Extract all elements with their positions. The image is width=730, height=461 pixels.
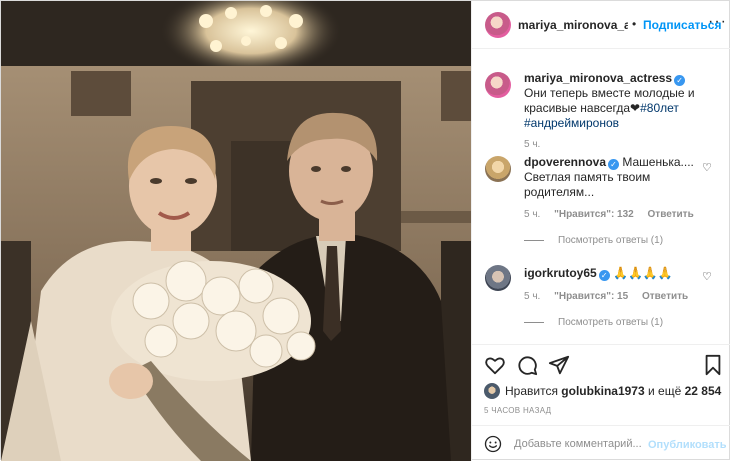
like-comment-heart-icon[interactable]: ♡ <box>702 161 712 174</box>
verified-icon: ✓ <box>598 270 610 281</box>
reply-button[interactable]: Ответить <box>648 209 694 220</box>
post-photo[interactable] <box>1 1 471 461</box>
post-timestamp[interactable]: 5 ЧАСОВ НАЗАД <box>484 406 551 415</box>
likes-summary: Нравится golubkina1973 и ещё 22 854 <box>484 383 721 399</box>
like-comment-heart-icon[interactable]: ♡ <box>702 270 712 283</box>
add-comment-bar: Опубликовать <box>472 425 730 461</box>
comments-list[interactable]: mariya_mironova_actress ✓ Они теперь вмес… <box>472 50 730 344</box>
replies-line <box>524 239 544 241</box>
liker-username[interactable]: golubkina1973 <box>561 384 644 398</box>
more-options-button[interactable]: ··· <box>708 13 727 31</box>
header-separator: • <box>632 17 637 31</box>
comment-input[interactable] <box>514 434 644 454</box>
sepia-photo-illustration <box>1 1 471 461</box>
verified-icon: ✓ <box>608 159 620 170</box>
comment-icon[interactable] <box>516 354 538 376</box>
view-replies-button[interactable]: Посмотреть ответы (1) <box>524 235 663 246</box>
comment-meta: 5 ч. "Нравится": 15 Ответить <box>524 291 699 302</box>
replies-line <box>524 321 544 323</box>
likes-middle: и ещё <box>648 384 682 398</box>
commenter-avatar[interactable] <box>485 265 511 291</box>
publish-button[interactable]: Опубликовать <box>648 439 727 451</box>
comment-text: dpoverennova ✓ Машенька.... Светлая памят… <box>524 155 704 200</box>
likes-prefix: Нравится <box>505 384 558 398</box>
post-side-panel: mariya_mironova_a • Подписаться ··· mari… <box>471 1 730 461</box>
comment-likes[interactable]: "Нравится": 15 <box>554 291 628 302</box>
commenter-username[interactable]: dpoverennova <box>524 155 606 169</box>
share-icon[interactable] <box>548 354 570 376</box>
commenter-avatar[interactable] <box>485 156 511 182</box>
heart-icon[interactable] <box>484 354 506 376</box>
comment-likes[interactable]: "Нравится": 132 <box>554 209 634 220</box>
author-username[interactable]: mariya_mironova_a <box>518 18 628 32</box>
liker-avatar[interactable] <box>484 383 500 399</box>
comment-time[interactable]: 5 ч. <box>524 209 540 220</box>
view-replies-button[interactable]: Посмотреть ответы (1) <box>524 317 663 328</box>
view-replies-label[interactable]: Посмотреть ответы (1) <box>558 317 663 328</box>
comment-meta: 5 ч. "Нравится": 132 Ответить <box>524 209 705 220</box>
commenter-username[interactable]: igorkrutoy65 <box>524 266 597 280</box>
verified-icon: ✓ <box>674 75 686 86</box>
view-replies-label[interactable]: Посмотреть ответы (1) <box>558 235 663 246</box>
author-avatar[interactable] <box>485 12 511 38</box>
caption-avatar[interactable] <box>485 72 511 98</box>
emoji-icon[interactable] <box>484 435 502 453</box>
post-header: mariya_mironova_a • Подписаться ··· <box>472 1 730 49</box>
caption-text: mariya_mironova_actress ✓ Они теперь вмес… <box>524 71 704 131</box>
reply-button[interactable]: Ответить <box>642 291 688 302</box>
caption-time[interactable]: 5 ч. <box>524 139 540 150</box>
bookmark-icon[interactable] <box>702 354 724 376</box>
author-username-text[interactable]: mariya_mironova_a <box>518 18 628 32</box>
comment-time[interactable]: 5 ч. <box>524 291 540 302</box>
caption-username[interactable]: mariya_mironova_actress <box>524 71 672 85</box>
comment-item: igorkrutoy65 ✓ 🙏🙏🙏🙏 ♡ 5 ч. "Нравится": 15… <box>472 262 730 344</box>
instagram-post: mariya_mironova_a • Подписаться ··· mari… <box>0 0 730 461</box>
comment-item: dpoverennova ✓ Машенька.... Светлая памят… <box>472 153 730 253</box>
comment-body: 🙏🙏🙏🙏 <box>613 266 673 280</box>
caption-meta: 5 ч. <box>524 139 551 150</box>
comment-text: igorkrutoy65 ✓ 🙏🙏🙏🙏 <box>524 266 704 281</box>
action-bar <box>472 344 730 384</box>
likes-count[interactable]: 22 854 <box>685 384 722 398</box>
caption: mariya_mironova_actress ✓ Они теперь вмес… <box>472 62 730 162</box>
